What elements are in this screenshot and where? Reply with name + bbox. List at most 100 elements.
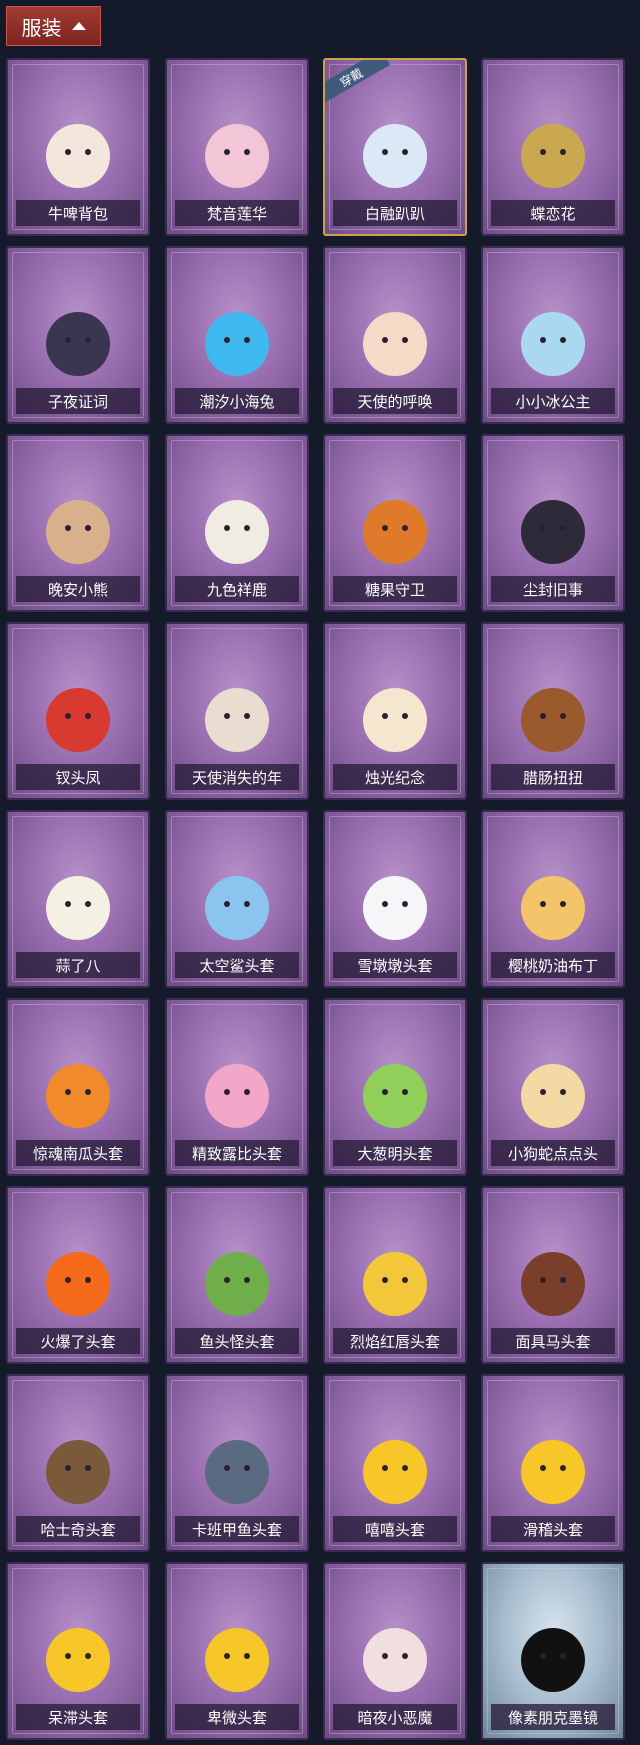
fire-head-icon — [36, 1240, 120, 1324]
butterfly-wreath-icon — [511, 112, 595, 196]
pumpkin-scarecrow-icon — [353, 488, 437, 572]
costume-item-tile[interactable]: 蝶恋花 — [481, 58, 625, 236]
dazed-emoji-icon — [36, 1616, 120, 1700]
turtle-head-icon — [195, 1428, 279, 1512]
costume-item-name: 牛啤背包 — [16, 200, 140, 226]
costume-item-tile[interactable]: 天使消失的年 — [165, 622, 309, 800]
costume-item-name: 精致露比头套 — [175, 1140, 299, 1166]
costume-item-tile[interactable]: 蒜了八 — [6, 810, 150, 988]
costume-item-name: 樱桃奶油布丁 — [491, 952, 615, 978]
costume-item-name: 蒜了八 — [16, 952, 140, 978]
costume-item-tile[interactable]: 火爆了头套 — [6, 1186, 150, 1364]
dark-boy-icon — [511, 488, 595, 572]
costume-item-name: 暗夜小恶魔 — [333, 1704, 457, 1730]
grin-emoji-icon — [353, 1428, 437, 1512]
phoenix-crown-icon — [36, 676, 120, 760]
costume-item-name: 腊肠扭扭 — [491, 764, 615, 790]
costume-item-tile[interactable]: 牛啤背包 — [6, 58, 150, 236]
costume-item-tile[interactable]: 烈焰红唇头套 — [323, 1186, 467, 1364]
costume-item-name: 蝶恋花 — [491, 200, 615, 226]
dachshund-icon — [511, 676, 595, 760]
costume-item-tile[interactable]: 樱桃奶油布丁 — [481, 810, 625, 988]
costume-item-name: 卑微头套 — [175, 1704, 299, 1730]
ice-princess-icon — [511, 300, 595, 384]
costume-item-tile[interactable]: 小狗蛇点点头 — [481, 998, 625, 1176]
pink-beaver-head-icon — [195, 1052, 279, 1136]
costume-item-tile[interactable]: 腊肠扭扭 — [481, 622, 625, 800]
costume-item-name: 火爆了头套 — [16, 1328, 140, 1354]
humble-emoji-icon — [195, 1616, 279, 1700]
equipped-badge: 穿戴 — [325, 60, 391, 105]
white-seal-icon — [353, 112, 437, 196]
costume-item-tile[interactable]: 烛光纪念 — [323, 622, 467, 800]
costume-item-tile[interactable]: 梵音莲华 — [165, 58, 309, 236]
costume-item-name: 钗头凤 — [16, 764, 140, 790]
costume-item-name: 面具马头套 — [491, 1328, 615, 1354]
costume-item-tile[interactable]: 滑稽头套 — [481, 1374, 625, 1552]
costume-item-tile[interactable]: 精致露比头套 — [165, 998, 309, 1176]
costume-item-tile[interactable]: 像素朋克墨镜 — [481, 1562, 625, 1740]
costume-item-name: 九色祥鹿 — [175, 576, 299, 602]
horse-head-icon — [511, 1240, 595, 1324]
costume-item-tile[interactable]: 惊魂南瓜头套 — [6, 998, 150, 1176]
sea-rabbit-icon — [195, 300, 279, 384]
costume-item-name: 哈士奇头套 — [16, 1516, 140, 1542]
husky-head-icon — [36, 1428, 120, 1512]
costume-item-name: 像素朋克墨镜 — [491, 1704, 615, 1730]
costume-item-name: 太空鲨头套 — [175, 952, 299, 978]
devil-head-icon — [353, 1616, 437, 1700]
costume-item-name: 尘封旧事 — [491, 576, 615, 602]
angel-charm-icon — [195, 676, 279, 760]
scallion-head-icon — [353, 1052, 437, 1136]
costume-item-tile[interactable]: 暗夜小恶魔 — [323, 1562, 467, 1740]
costume-item-name: 天使消失的年 — [175, 764, 299, 790]
costume-item-name: 晚安小熊 — [16, 576, 140, 602]
costume-item-tile[interactable]: 九色祥鹿 — [165, 434, 309, 612]
shark-head-icon — [195, 864, 279, 948]
item-grid: 牛啤背包 梵音莲华 白融趴趴 穿戴 蝶恋花子夜证词 潮汐小海兔 天使的呼唤 小小冰公主晚安小熊… — [0, 0, 640, 1745]
costume-item-name: 鱼头怪头套 — [175, 1328, 299, 1354]
costume-item-name: 潮汐小海兔 — [175, 388, 299, 414]
costume-item-tile[interactable]: 哈士奇头套 — [6, 1374, 150, 1552]
costume-item-name: 糖果守卫 — [333, 576, 457, 602]
costume-item-tile[interactable]: 嘻嘻头套 — [323, 1374, 467, 1552]
costume-item-name: 嘻嘻头套 — [333, 1516, 457, 1542]
costume-item-name: 烛光纪念 — [333, 764, 457, 790]
costume-item-tile[interactable]: 卡班甲鱼头套 — [165, 1374, 309, 1552]
costume-item-tile[interactable]: 大葱明头套 — [323, 998, 467, 1176]
costume-item-tile[interactable]: 太空鲨头套 — [165, 810, 309, 988]
costume-item-name: 烈焰红唇头套 — [333, 1328, 457, 1354]
costume-item-tile[interactable]: 呆滞头套 — [6, 1562, 150, 1740]
crow-doll-icon — [36, 300, 120, 384]
costume-item-tile[interactable]: 白融趴趴 穿戴 — [323, 58, 467, 236]
costume-item-tile[interactable]: 鱼头怪头套 — [165, 1186, 309, 1364]
costume-item-name: 天使的呼唤 — [333, 388, 457, 414]
costume-item-name: 滑稽头套 — [491, 1516, 615, 1542]
costume-item-tile[interactable]: 尘封旧事 — [481, 434, 625, 612]
bear-charm-icon — [36, 488, 120, 572]
garlic-head-icon — [36, 864, 120, 948]
costume-item-tile[interactable]: 卑微头套 — [165, 1562, 309, 1740]
costume-item-name: 梵音莲华 — [175, 200, 299, 226]
costume-item-tile[interactable]: 子夜证词 — [6, 246, 150, 424]
costume-item-tile[interactable]: 钗头凤 — [6, 622, 150, 800]
costume-item-tile[interactable]: 雪墩墩头套 — [323, 810, 467, 988]
costume-item-name: 大葱明头套 — [333, 1140, 457, 1166]
deer-charm-icon — [195, 488, 279, 572]
costume-item-tile[interactable]: 天使的呼唤 — [323, 246, 467, 424]
pudding-head-icon — [511, 864, 595, 948]
costume-item-tile[interactable]: 面具马头套 — [481, 1186, 625, 1364]
lotus-girl-icon — [195, 112, 279, 196]
cow-beer-barrel-icon — [36, 112, 120, 196]
costume-item-tile[interactable]: 晚安小熊 — [6, 434, 150, 612]
costume-item-name: 卡班甲鱼头套 — [175, 1516, 299, 1542]
snowman-head-icon — [353, 864, 437, 948]
costume-item-name: 小狗蛇点点头 — [491, 1140, 615, 1166]
costume-item-tile[interactable]: 潮汐小海兔 — [165, 246, 309, 424]
costume-item-tile[interactable]: 小小冰公主 — [481, 246, 625, 424]
pumpkin-head-icon — [36, 1052, 120, 1136]
costume-item-name: 子夜证词 — [16, 388, 140, 414]
costume-item-name: 雪墩墩头套 — [333, 952, 457, 978]
costume-item-name: 小小冰公主 — [491, 388, 615, 414]
costume-item-tile[interactable]: 糖果守卫 — [323, 434, 467, 612]
